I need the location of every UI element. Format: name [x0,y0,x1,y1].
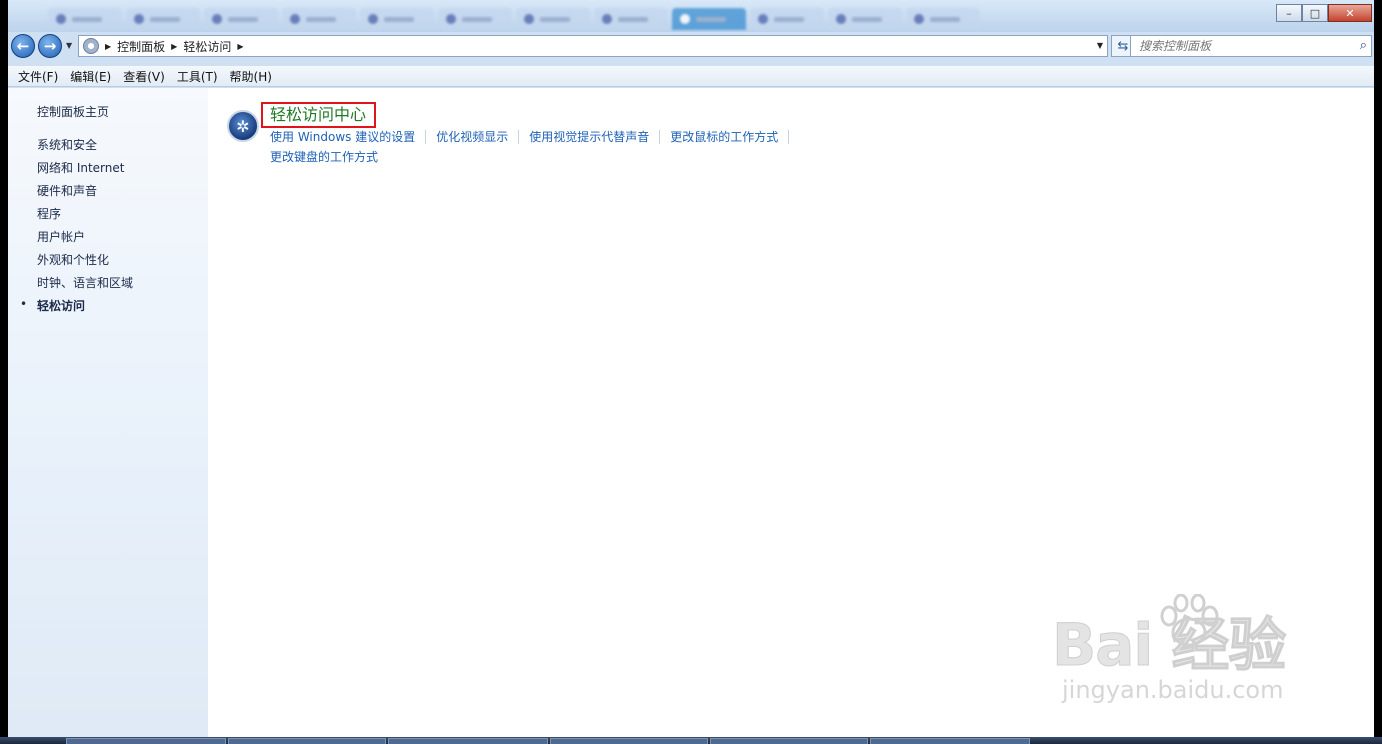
sidebar-item-clock-language[interactable]: 时钟、语言和区域 [37,274,133,291]
task-change-mouse[interactable]: 更改鼠标的工作方式 [670,128,778,145]
taskbar-button[interactable] [66,738,226,744]
menu-help[interactable]: 帮助(H) [224,68,278,85]
taskbar [0,737,1382,744]
forward-button[interactable]: → [38,34,62,58]
chevron-down-icon: ▼ [66,41,73,50]
sidebar-item-network-internet[interactable]: 网络和 Internet [37,159,124,176]
control-panel-icon [83,38,99,54]
menu-view[interactable]: 查看(V) [117,68,171,85]
window-controls: – □ ✕ [1276,4,1372,22]
current-item-bullet: • [20,297,28,311]
search-input[interactable] [1131,36,1341,56]
menu-file[interactable]: 文件(F) [12,68,64,85]
background-tabs [48,8,980,30]
minimize-button[interactable]: – [1276,4,1302,22]
address-bar[interactable]: ▶ 控制面板 ▶ 轻松访问 ▶ ▼ [78,35,1108,57]
task-use-recommended-settings[interactable]: 使用 Windows 建议的设置 [270,128,415,145]
breadcrumb-separator-icon[interactable]: ▶ [171,42,177,51]
task-links-row: 更改键盘的工作方式 [270,148,378,165]
task-divider [659,129,661,144]
background-tab [516,8,590,30]
background-tab [438,8,512,30]
background-tab [906,8,980,30]
watermark-url: jingyan.baidu.com [1062,676,1284,704]
task-divider [425,129,427,144]
back-button[interactable]: ← [11,34,35,58]
address-row: ← → ▼ ▶ 控制面板 ▶ 轻松访问 ▶ ▼ ⇆ ⌕ [8,32,1374,60]
task-links-row: 使用 Windows 建议的设置 优化视频显示 使用视觉提示代替声音 更改鼠标的… [270,128,799,145]
arrow-left-icon: ← [16,37,30,55]
task-optimize-visual-display[interactable]: 优化视频显示 [436,128,508,145]
baidu-watermark: Bai 经验 jingyan.baidu.com [1051,594,1287,704]
sidebar-item-user-accounts[interactable]: 用户帐户 [37,228,85,245]
sidebar: 控制面板主页 系统和安全 网络和 Internet 硬件和声音 程序 用户帐户 … [8,88,208,737]
arrow-right-icon: → [43,37,57,55]
sidebar-home-link[interactable]: 控制面板主页 [37,103,109,120]
search-icon[interactable]: ⌕ [1360,38,1367,53]
background-tab-active [672,8,746,30]
maximize-button[interactable]: □ [1302,4,1328,22]
ease-of-access-icon[interactable]: ✲ [227,110,259,142]
breadcrumb-separator-icon[interactable]: ▶ [237,42,243,51]
background-tab [126,8,200,30]
refresh-icon: ⇆ [1117,38,1129,54]
task-visual-cues-for-sounds[interactable]: 使用视觉提示代替声音 [529,128,649,145]
taskbar-button[interactable] [228,738,386,744]
background-tab [282,8,356,30]
paw-icon [1160,594,1219,647]
sidebar-item-system-security[interactable]: 系统和安全 [37,136,97,153]
background-tab [360,8,434,30]
taskbar-button[interactable] [550,738,708,744]
search-box[interactable]: ⌕ [1130,35,1372,57]
sidebar-item-hardware-sound[interactable]: 硬件和声音 [37,182,97,199]
task-divider [788,129,790,144]
taskbar-button[interactable] [710,738,868,744]
sidebar-item-appearance[interactable]: 外观和个性化 [37,251,109,268]
menu-bar: 文件(F) 编辑(E) 查看(V) 工具(T) 帮助(H) [8,66,1374,87]
menu-edit[interactable]: 编辑(E) [64,68,117,85]
category-title-ease-of-access-center[interactable]: 轻松访问中心 [261,102,376,128]
breadcrumb-control-panel[interactable]: 控制面板 [117,38,165,55]
task-change-keyboard[interactable]: 更改键盘的工作方式 [270,148,378,165]
breadcrumb-ease-of-access[interactable]: 轻松访问 [183,38,231,55]
taskbar-button[interactable] [870,738,1030,744]
background-tab [594,8,668,30]
breadcrumb-separator-icon[interactable]: ▶ [105,42,111,51]
task-divider [518,129,520,144]
title-bar: – □ ✕ [8,0,1374,32]
background-tab [828,8,902,30]
sidebar-item-programs[interactable]: 程序 [37,205,61,222]
background-tab [48,8,122,30]
background-tab [750,8,824,30]
close-button[interactable]: ✕ [1328,4,1372,22]
background-tab [204,8,278,30]
address-dropdown-icon[interactable]: ▼ [1097,41,1103,50]
recent-pages-dropdown[interactable]: ▼ [66,41,72,50]
sidebar-item-ease-of-access[interactable]: 轻松访问 [37,297,85,314]
taskbar-button[interactable] [388,738,548,744]
menu-tools[interactable]: 工具(T) [171,68,224,85]
